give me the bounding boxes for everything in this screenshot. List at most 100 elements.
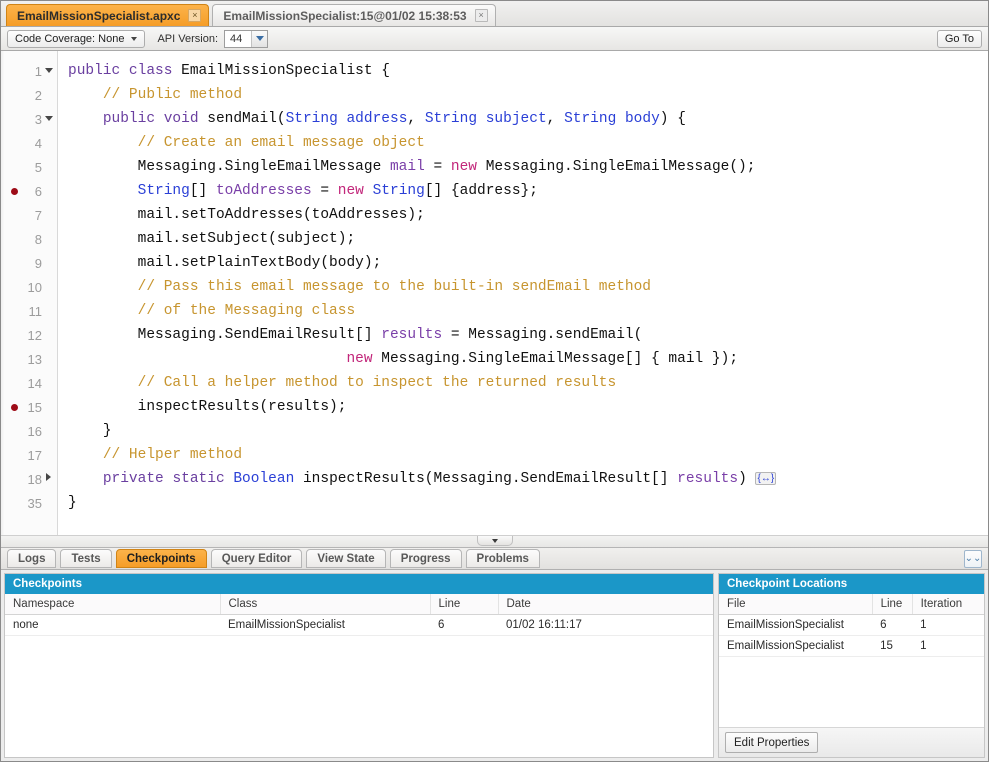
gutter-row[interactable]: 4 <box>1 131 57 155</box>
gutter-row[interactable]: 5 <box>1 155 57 179</box>
editor-code-area[interactable]: public class EmailMissionSpecialist { //… <box>58 51 988 535</box>
gutter-row[interactable]: 2 <box>1 83 57 107</box>
gutter-row[interactable]: 15 <box>1 395 57 419</box>
code-editor[interactable]: 1 2 3 4 5 6 7 8 9 10 11 12 13 14 15 16 17 18 35 public cla… <box>1 51 988 536</box>
code-token: Messaging.SingleEmailMessage <box>137 159 390 175</box>
api-version-select[interactable]: 44 <box>224 29 269 48</box>
bottom-tab-logs[interactable]: Logs <box>7 549 57 568</box>
bottom-tab-query-editor[interactable]: Query Editor <box>210 549 303 568</box>
line-number: 12 <box>27 327 42 343</box>
code-token: ) { <box>659 111 686 127</box>
code-token: mail.setPlainTextBody(body); <box>137 255 382 271</box>
api-version-value: 44 <box>230 32 243 45</box>
column-header[interactable]: Class <box>220 594 431 615</box>
breakpoint-icon[interactable] <box>11 403 18 411</box>
checkpoints-grid-wrapper[interactable]: Namespace Class Line Date none EmailMissionS… <box>5 594 713 757</box>
column-header[interactable]: Namespace <box>5 594 221 615</box>
column-header[interactable]: File <box>719 594 873 615</box>
editor-tab-label: EmailMissionSpecialist.apxc <box>17 8 181 23</box>
code-token: new <box>450 159 477 175</box>
gutter-row[interactable]: 10 <box>1 275 57 299</box>
gutter-row[interactable]: 16 <box>1 419 57 443</box>
line-number: 8 <box>34 231 42 247</box>
table-row[interactable]: none EmailMissionSpecialist 6 01/02 16:11:1… <box>5 614 713 636</box>
breakpoint-icon[interactable] <box>11 187 18 195</box>
gutter-row[interactable]: 12 <box>1 323 57 347</box>
gutter-row[interactable]: 8 <box>1 227 57 251</box>
table-cell: 1 <box>912 614 985 636</box>
gutter-row[interactable]: 13 <box>1 347 57 371</box>
column-header[interactable]: Line <box>872 594 913 615</box>
gutter-row[interactable]: 14 <box>1 371 57 395</box>
code-token: class <box>128 63 173 79</box>
line-number: 3 <box>34 111 42 127</box>
bottom-tab-label: Progress <box>400 552 451 565</box>
code-token: EmailMissionSpecialist { <box>172 63 390 79</box>
code-coverage-dropdown[interactable]: Code Coverage: None <box>7 29 146 48</box>
gutter-row[interactable]: 1 <box>1 59 57 83</box>
bottom-tab-problems[interactable]: Problems <box>465 549 540 568</box>
fold-expanded-icon[interactable] <box>42 107 55 131</box>
table-row[interactable]: EmailMissionSpecialist 6 1 <box>719 614 985 636</box>
fold-expanded-icon[interactable] <box>42 59 55 83</box>
editor-gutter[interactable]: 1 2 3 4 5 6 7 8 9 10 11 12 13 14 15 16 17 18 35 <box>1 51 58 535</box>
editor-tab-0[interactable]: EmailMissionSpecialist.apxc × <box>6 4 210 26</box>
fold-collapsed-icon[interactable] <box>42 467 55 491</box>
gutter-row[interactable]: 3 <box>1 107 57 131</box>
bottom-tab-view-state[interactable]: View State <box>306 549 386 568</box>
editor-tab-bar: EmailMissionSpecialist.apxc × EmailMission… <box>1 1 988 27</box>
code-line: // of the Messaging class <box>68 299 988 323</box>
table-header-row: Namespace Class Line Date <box>5 594 713 615</box>
gutter-row[interactable]: 11 <box>1 299 57 323</box>
close-icon[interactable]: × <box>188 9 202 22</box>
gutter-row[interactable]: 6 <box>1 179 57 203</box>
edit-properties-button[interactable]: Edit Properties <box>725 732 819 753</box>
locations-grid-wrapper[interactable]: File Line Iteration EmailMissionSpecialist… <box>719 594 985 727</box>
panel-splitter[interactable] <box>1 536 988 548</box>
edit-properties-label: Edit Properties <box>734 736 810 749</box>
table-row[interactable]: EmailMissionSpecialist 15 1 <box>719 635 985 657</box>
checkpoints-panel: Checkpoints Namespace Class Line Date none E… <box>4 573 714 758</box>
line-number: 7 <box>34 207 42 223</box>
panel-collapse-button[interactable]: ⌄⌄ <box>964 550 982 568</box>
go-to-button[interactable]: Go To <box>936 29 982 48</box>
close-icon[interactable]: × <box>474 9 488 22</box>
code-token: // Helper method <box>102 447 243 463</box>
code-token: private <box>102 471 164 487</box>
gutter-row[interactable]: 35 <box>1 491 57 515</box>
line-number: 5 <box>34 159 42 175</box>
gutter-row[interactable]: 17 <box>1 443 57 467</box>
code-token: String <box>137 183 190 199</box>
table-header-row: File Line Iteration <box>719 594 985 615</box>
code-line: // Public method <box>68 83 988 107</box>
bottom-tab-checkpoints[interactable]: Checkpoints <box>115 549 207 568</box>
collapsed-block-icon[interactable]: {↔} <box>755 471 777 485</box>
column-header[interactable]: Date <box>498 594 713 615</box>
gutter-row[interactable]: 7 <box>1 203 57 227</box>
code-token: // Call a helper method to inspect the r… <box>137 375 617 391</box>
code-line: } <box>68 419 988 443</box>
line-number: 4 <box>34 135 42 151</box>
bottom-tab-progress[interactable]: Progress <box>389 549 462 568</box>
code-token: sendMail( <box>198 111 286 127</box>
code-token: new <box>346 351 373 367</box>
gutter-row[interactable]: 9 <box>1 251 57 275</box>
editor-tab-1[interactable]: EmailMissionSpecialist:15@01/02 15:38:53… <box>212 4 496 26</box>
code-token: Boolean <box>233 471 295 487</box>
column-header[interactable]: Line <box>430 594 499 615</box>
code-token: new <box>337 183 364 199</box>
column-header[interactable]: Iteration <box>912 594 985 615</box>
splitter-collapse-handle[interactable] <box>476 536 513 546</box>
code-token: // Pass this email message to the built-… <box>137 279 652 295</box>
gutter-row[interactable]: 18 <box>1 467 57 491</box>
code-token: , <box>407 111 425 127</box>
code-token: // of the Messaging class <box>137 303 356 319</box>
code-token: mail <box>389 159 425 175</box>
bottom-tab-tests[interactable]: Tests <box>60 549 112 568</box>
